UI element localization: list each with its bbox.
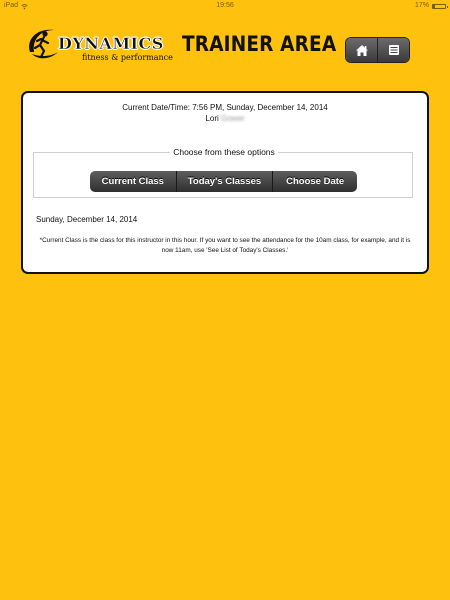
battery-icon — [432, 3, 448, 9]
options-fieldset: Choose from these options Current Class … — [33, 147, 413, 198]
selected-date: Sunday, December 14, 2014 — [36, 215, 138, 224]
options-legend: Choose from these options — [170, 147, 278, 157]
logo-tagline: fitness & performance — [82, 53, 173, 62]
current-class-note: *Current Class is the class for this ins… — [39, 237, 411, 254]
todays-classes-button[interactable]: Today's Classes — [175, 171, 273, 192]
dynamics-logo[interactable]: DYNAMICS fitness & performance — [24, 24, 173, 64]
home-icon — [355, 44, 368, 56]
options-button-group: Current Class Today's Classes Choose Dat… — [90, 171, 357, 192]
battery-percent: 17% — [414, 2, 429, 9]
status-bar: iPad 19:56 17% — [0, 0, 450, 12]
trainer-last-name: Gower — [221, 114, 245, 123]
status-time: 19:56 — [216, 2, 234, 9]
current-class-button[interactable]: Current Class — [90, 171, 176, 192]
trainer-name: Lori Gower — [23, 114, 427, 124]
choose-date-button[interactable]: Choose Date — [272, 171, 357, 192]
trainer-card: Current Date/Time: 7:56 PM, Sunday, Dece… — [21, 91, 429, 274]
current-datetime: Current Date/Time: 7:56 PM, Sunday, Dece… — [122, 103, 328, 112]
logo-brand-text: DYNAMICS — [58, 34, 164, 53]
nav-button-group — [346, 38, 409, 62]
menu-button[interactable] — [377, 38, 409, 62]
list-menu-icon — [388, 45, 399, 55]
home-button[interactable] — [346, 38, 377, 62]
page-title: TRAINER AREA — [182, 32, 337, 56]
trainer-first-name: Lori — [205, 114, 219, 123]
battery-level — [433, 4, 436, 8]
